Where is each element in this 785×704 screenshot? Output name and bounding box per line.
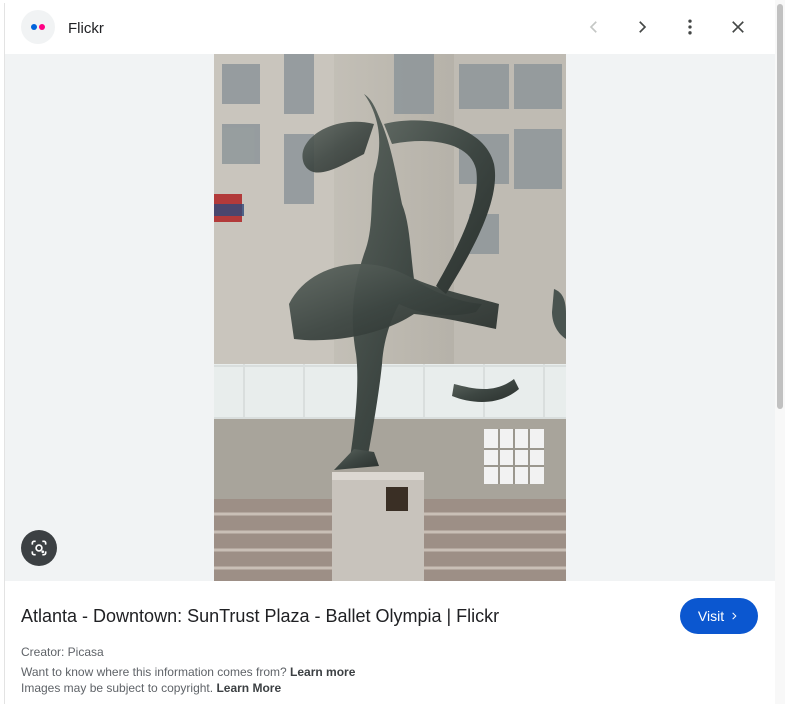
site-name[interactable]: Flickr [68, 20, 104, 37]
info-source-line: Want to know where this information come… [21, 665, 355, 679]
copyright-learn-more-link[interactable]: Learn More [216, 681, 281, 695]
learn-more-link[interactable]: Learn more [290, 665, 355, 679]
scrollbar-thumb[interactable] [777, 4, 783, 409]
image-preview-panel: Flickr Atlanta - Downtown: SunTrust Plaz… [4, 3, 775, 704]
forward-chevron-icon [639, 21, 647, 33]
more-options-button[interactable] [674, 11, 706, 43]
result-info: Atlanta - Downtown: SunTrust Plaza - Bal… [5, 581, 775, 704]
favicon-blue-dot [31, 24, 37, 30]
chevron-right-icon [732, 612, 737, 620]
preview-image[interactable] [214, 54, 566, 581]
page-title[interactable]: Atlanta - Downtown: SunTrust Plaza - Bal… [21, 606, 499, 627]
copyright-line: Images may be subject to copyright. Lear… [21, 681, 281, 695]
more-vert-icon [688, 19, 692, 35]
previous-button[interactable] [578, 11, 610, 43]
copyright-text: Images may be subject to copyright. [21, 681, 214, 695]
close-icon [732, 21, 744, 33]
lens-search-button[interactable] [21, 530, 57, 566]
back-chevron-icon [589, 21, 597, 33]
scrollbar[interactable] [775, 0, 785, 704]
lens-search-icon [31, 540, 47, 556]
creator-label: Creator: Picasa [21, 645, 104, 659]
preview-header: Flickr [5, 3, 775, 54]
visit-label: Visit [697, 608, 725, 624]
favicon-pink-dot [39, 24, 45, 30]
close-button[interactable] [722, 11, 754, 43]
visit-button[interactable]: Visit [680, 598, 758, 634]
info-source-text: Want to know where this information come… [21, 665, 287, 679]
image-viewer [5, 54, 775, 581]
next-button[interactable] [626, 11, 658, 43]
flickr-favicon [21, 10, 55, 44]
sculpture-photo [214, 54, 566, 581]
